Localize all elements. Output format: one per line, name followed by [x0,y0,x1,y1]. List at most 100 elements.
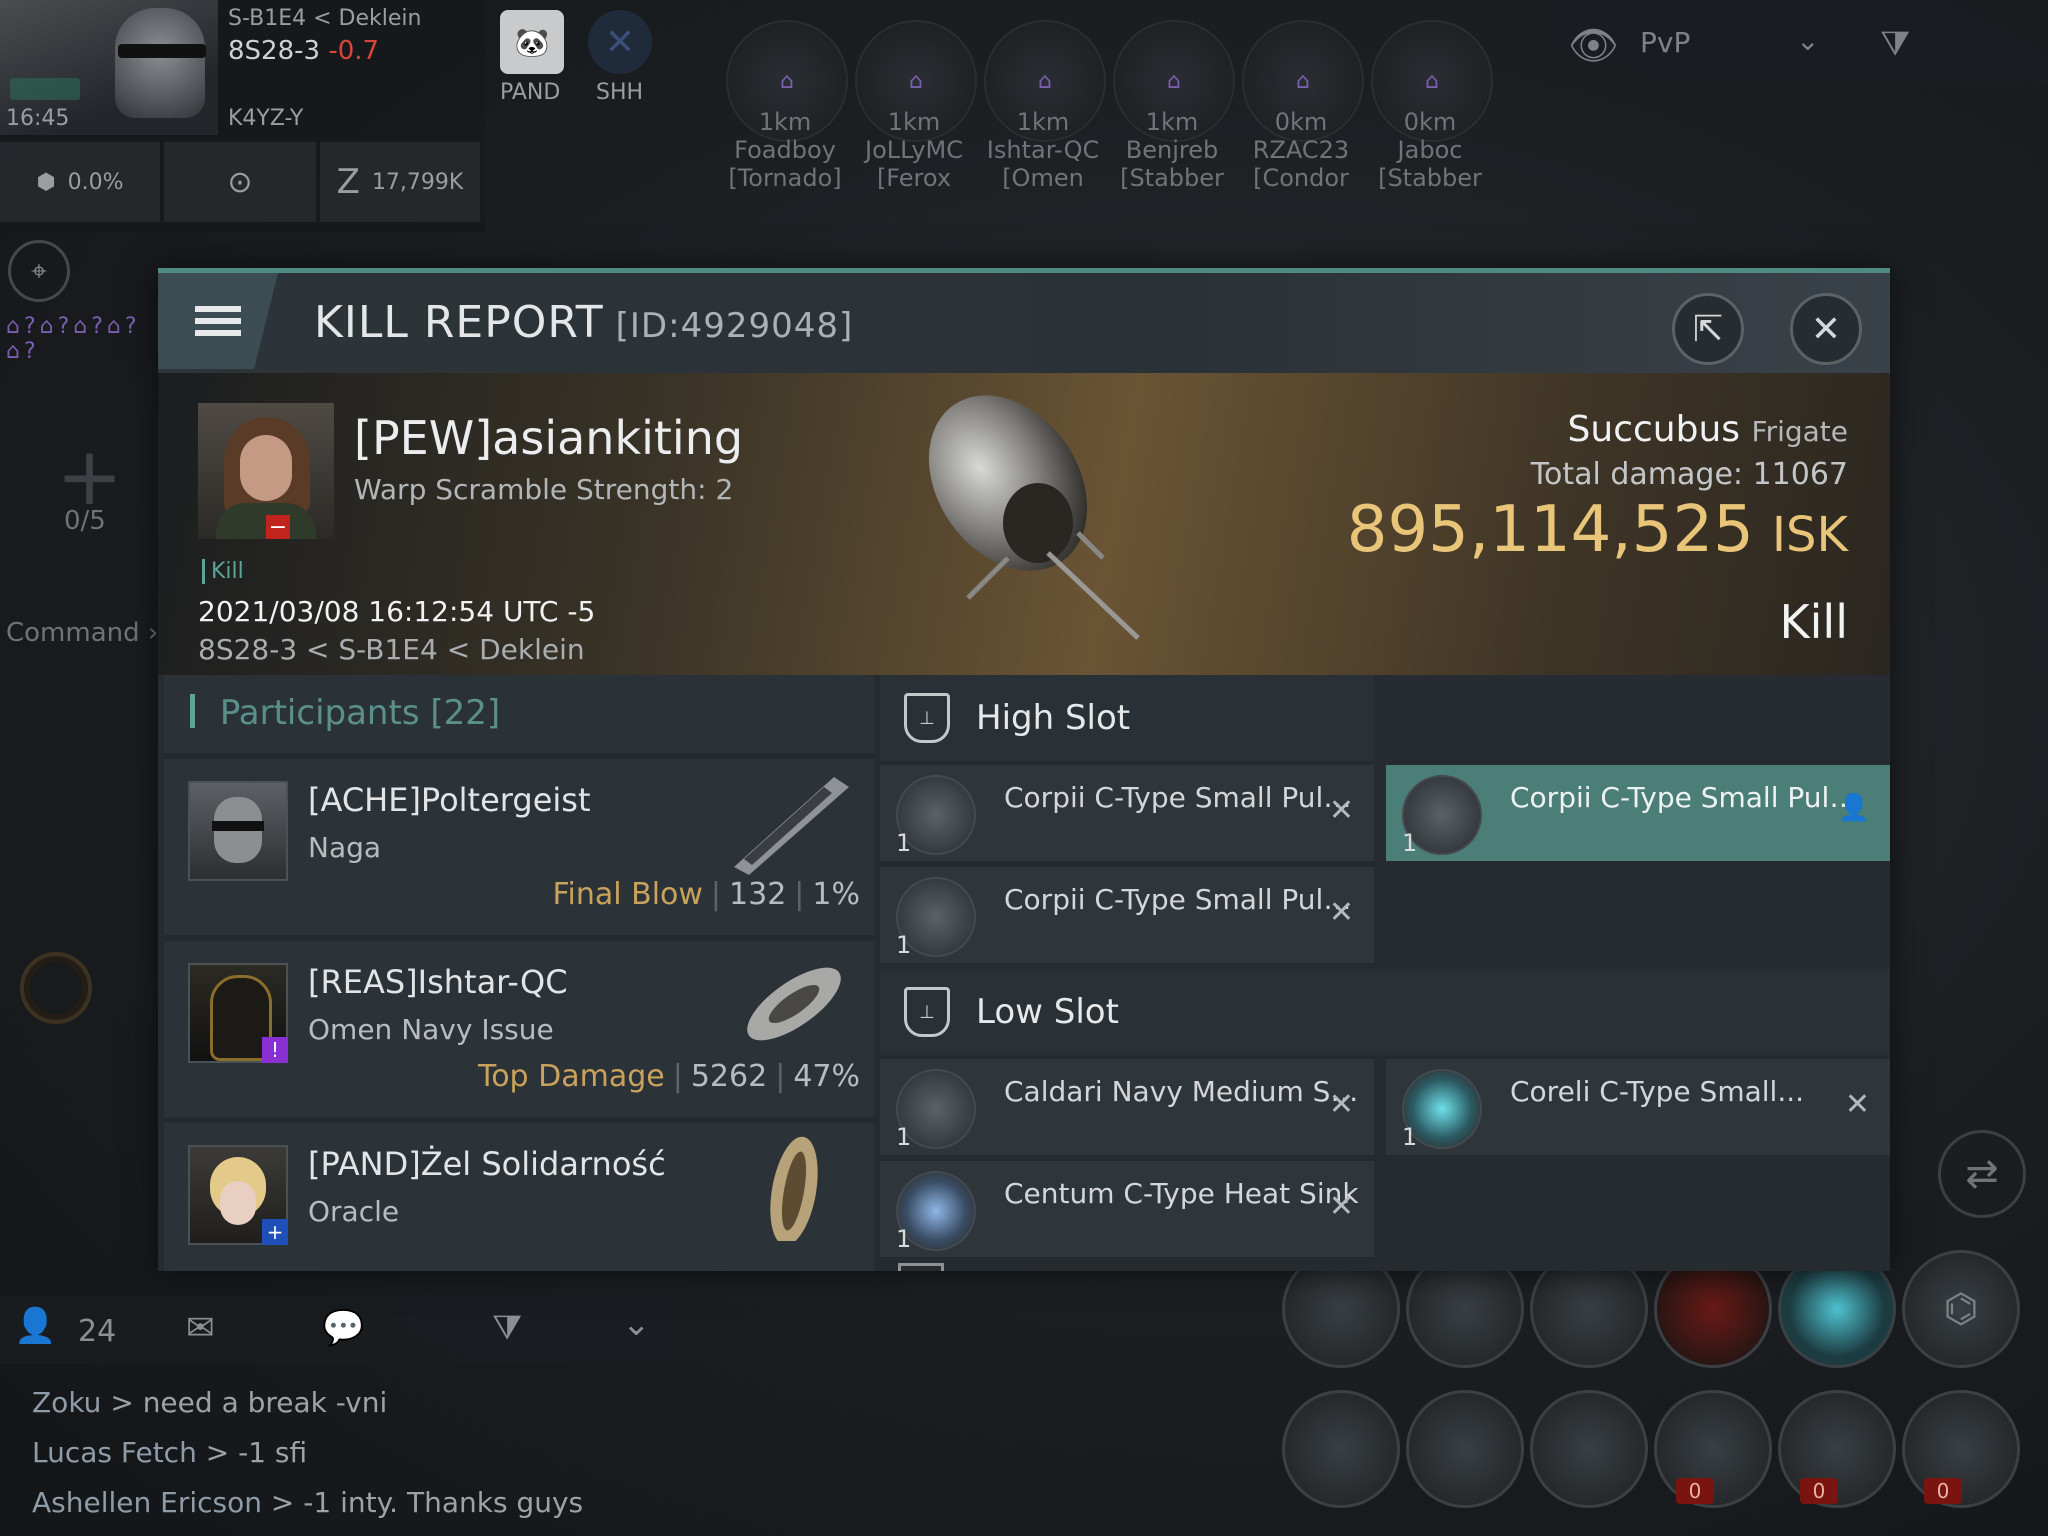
participant-name: [ACHE]Poltergeist [308,781,591,819]
naga-ship-icon [734,777,849,875]
ship-render-icon [928,395,1140,640]
participant-row[interactable]: + [PAND]Żel Solidarność Oracle [164,1123,874,1271]
module-item[interactable]: 1 Corpii C-Type Small Pulse... 👤 [1386,765,1890,861]
standing-plus-icon: + [262,1219,288,1245]
slot-header-filler [1386,675,1890,761]
kill-id: [ID:4929048] [615,306,854,346]
ship-icon: ⌂ [780,68,794,94]
module-low-1[interactable] [1282,1390,1400,1508]
participant-row[interactable]: [ACHE]Poltergeist Naga Final Blow | 132 | 1% [164,759,874,935]
chat-line: Ashellen Ericson > -1 inty. Thanks guys [32,1486,584,1519]
omen-ship-icon [747,967,841,1041]
clock: 16:45 [6,106,70,131]
chat-line: Lucas Fetch > -1 sfi [32,1436,308,1469]
target-4-label: 1km Benjreb [Stabber [1120,108,1224,192]
ship-icon: ⌂ [1296,68,1310,94]
module-item[interactable]: 1 Coreli C-Type Small... ✕ [1386,1059,1890,1155]
kill-tag: Kill [202,559,244,584]
destroyed-icon: ✕ [1844,1087,1870,1122]
kill-location[interactable]: 8S28-3 < S-B1E4 < Deklein [198,633,585,666]
kill-report-window: KILL REPORT [ID:4929048] ⇱ ✕ − [PEW]asian… [158,268,1890,1271]
local-count: 24 [78,1314,117,1349]
wallet-cell[interactable]: Z 17,799K [320,142,480,222]
mail-icon[interactable]: ✉ [186,1308,215,1348]
avatar [188,781,288,881]
external-link-icon: ⇱ [1692,308,1724,350]
participants-panel: Participants [22] [ACHE]Poltergeist Naga… [164,675,874,1271]
destroyed-icon: ✕ [1328,1189,1354,1224]
corp-right-label: SHH [596,80,644,105]
isk-value: 895,114,525 ISK [1346,493,1848,567]
target-3-label: 1km Ishtar-QC [Omen [986,108,1100,192]
fleet-count: 0/5 [64,506,106,536]
route-icons: ⌂?⌂?⌂?⌂? ⌂? [6,314,141,364]
cargo-cell[interactable]: ⬢ 0.0% [0,142,160,222]
module-low-3[interactable] [1530,1390,1648,1508]
module-item[interactable]: 1 Corpii C-Type Small Pulse... ✕ [880,765,1374,861]
overheat-counter: 0 [1800,1478,1838,1504]
low-slot-header: ⊥ Low Slot [880,969,1890,1055]
chat-collapse-icon[interactable]: ⌄ [622,1304,651,1344]
fitting-panel: ⊥ High Slot 1 Corpii C-Type Small Pulse.… [880,675,1890,1271]
dropped-icon: 👤 [1837,793,1870,823]
hamburger-icon [195,300,241,342]
ship-icon: ⌂ [1167,68,1181,94]
chevron-down-icon[interactable]: ⌄ [1796,24,1819,57]
target-1-label: 1km Foadboy [Tornado] [728,108,842,192]
radar-icon[interactable] [20,952,92,1024]
corp-left-label: PAND [500,80,561,105]
signal-icon [10,78,80,100]
overview-preset[interactable]: PvP [1640,26,1690,59]
cargo-icon: ⬢ [36,169,56,195]
current-system[interactable]: 8S28-3 -0.7 [228,36,379,66]
system-breadcrumb: S-B1E4 < Deklein [228,6,422,31]
command-label[interactable]: Command › [6,618,158,648]
mid-slot-header-partial [898,1263,944,1271]
victim-name[interactable]: [PEW]asiankiting [354,411,743,465]
local-members-icon[interactable]: 👤 [14,1306,56,1346]
participant-name: [PAND]Żel Solidarność [308,1145,666,1183]
high-slot-icon: ⊥ [904,693,950,743]
module-item[interactable]: 1 Caldari Navy Medium Shield ... ✕ [880,1059,1374,1155]
module-utility-icon[interactable]: ⌬ [1902,1250,2020,1368]
close-button[interactable]: ✕ [1790,293,1862,365]
participant-row[interactable]: ! [REAS]Ishtar-QC Omen Navy Issue Top Da… [164,941,874,1117]
isk-icon: Z [336,162,360,202]
location-pin-icon[interactable]: ⌖ [8,240,70,302]
swap-icon[interactable]: ⇄ [1938,1130,2026,1218]
alliance-logo-icon: ✕ [588,10,652,74]
target-5-label: 0km RZAC23 [Condor [1252,108,1350,192]
ship-icon: ⌂ [1425,68,1439,94]
alliance-tag: K4YZ-Y [228,106,304,131]
external-link-button[interactable]: ⇱ [1672,293,1744,365]
participant-ship: Oracle [308,1195,400,1228]
chat-icon[interactable]: 💬 [322,1308,364,1348]
standing-negative-icon: − [266,515,290,540]
ship-icon: ⌂ [909,68,923,94]
module-item[interactable]: 1 Centum C-Type Heat Sink ✕ [880,1161,1374,1257]
close-icon: ✕ [1810,308,1842,350]
overheat-counter: 0 [1676,1478,1714,1504]
chat-line: Zoku > need a break -vni [32,1386,388,1419]
kill-datetime: 2021/03/08 16:12:54 UTC -5 [198,595,596,628]
module-low-2[interactable] [1406,1390,1524,1508]
autopilot-icon: ⊙ [227,164,253,200]
participant-ship: Omen Navy Issue [308,1013,554,1046]
total-damage: Total damage: 11067 [1530,457,1848,492]
victim-banner: − [PEW]asiankiting Warp Scramble Strengt… [158,373,1890,675]
oracle-ship-icon [770,1136,818,1241]
panda-logo-icon: 🐼 [500,10,564,74]
ship-name[interactable]: Succubus Frigate [1568,409,1848,450]
filter-icon[interactable]: ⧩ [1880,24,1910,64]
kill-result: Kill [1779,595,1848,649]
participant-stats: Final Blow | 132 | 1% [552,877,860,912]
high-slot-header: ⊥ High Slot [880,675,1374,761]
module-item[interactable]: 1 Corpii C-Type Small Pulse... ✕ [880,867,1374,963]
target-2-label: 1km JoLLyMC [Ferox [865,108,963,192]
eye-icon[interactable]: 👁 [1568,22,1619,69]
chat-filter-icon[interactable]: ⧩ [492,1308,522,1348]
target-6-label: 0km Jaboc [Stabber [1378,108,1482,192]
autopilot-cell[interactable]: ⊙ [164,142,316,222]
participant-name: [REAS]Ishtar-QC [308,963,568,1001]
wallet-amount: 17,799K [371,169,464,195]
